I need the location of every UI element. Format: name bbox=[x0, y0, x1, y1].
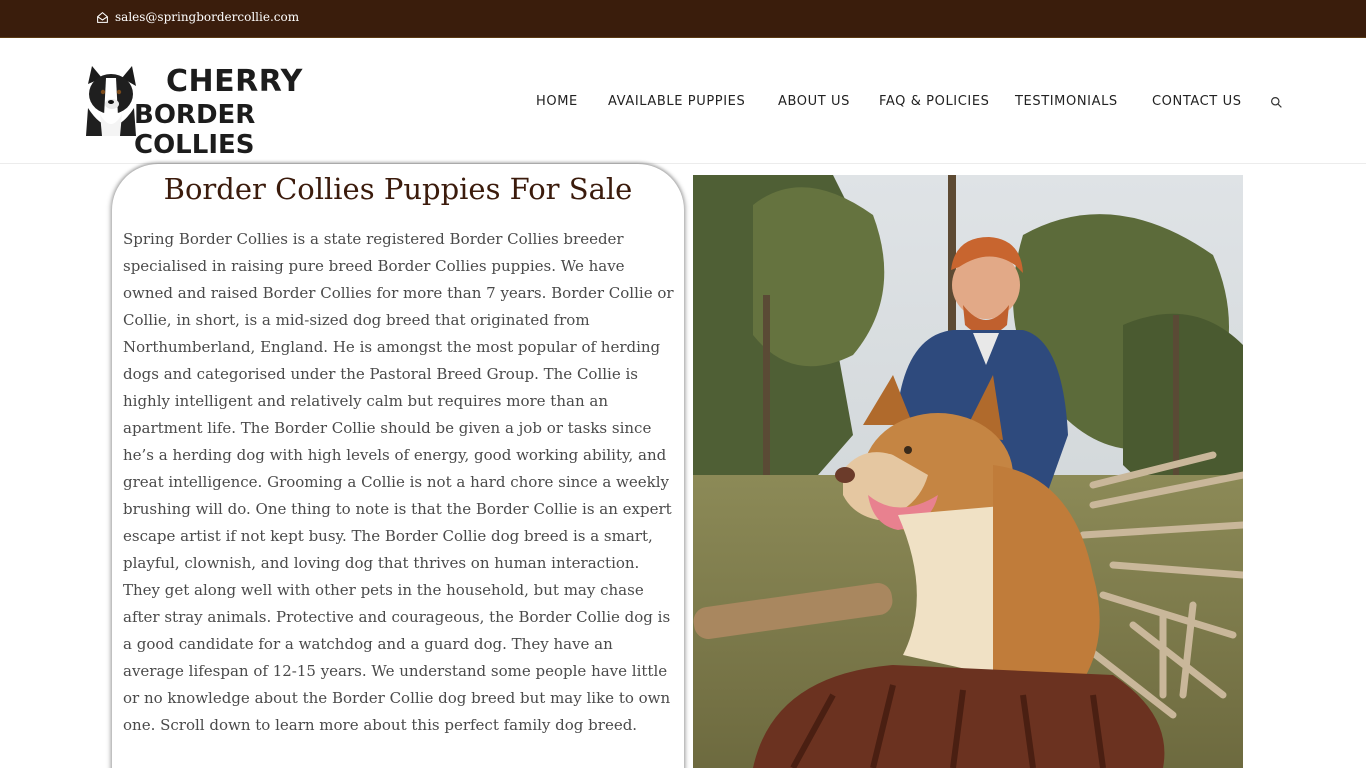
intro-card: Border Collies Puppies For Sale Spring B… bbox=[112, 164, 684, 768]
top-bar: sales@springbordercollie.com bbox=[0, 0, 1366, 38]
nav-item-faq-policies[interactable]: FAQ & POLICIES bbox=[879, 94, 990, 109]
nav-item-contact-us[interactable]: CONTACT US bbox=[1152, 94, 1242, 109]
nav-item-available-puppies[interactable]: AVAILABLE PUPPIES bbox=[608, 94, 745, 109]
nav-item-about-us[interactable]: ABOUT US bbox=[778, 94, 850, 109]
man-with-border-collie-photo bbox=[693, 175, 1243, 768]
contact-email-link[interactable]: sales@springbordercollie.com bbox=[96, 10, 299, 24]
border-collie-logo-dog bbox=[86, 66, 136, 136]
search-icon bbox=[1271, 97, 1282, 108]
page-title: Border Collies Puppies For Sale bbox=[163, 172, 633, 206]
site-logo[interactable]: CHERRY BORDER COLLIES bbox=[82, 64, 338, 160]
search-button[interactable] bbox=[1270, 94, 1283, 113]
nav-item-testimonials[interactable]: TESTIMONIALS bbox=[1015, 94, 1118, 109]
intro-paragraph: Spring Border Collies is a state registe… bbox=[123, 230, 674, 734]
nav-item-home[interactable]: HOME bbox=[536, 94, 578, 109]
envelope-icon bbox=[97, 11, 108, 23]
site-header: CHERRY BORDER COLLIES HOME AVAILABLE PUP… bbox=[0, 38, 1366, 164]
logo-text-border-collies: BORDER COLLIES bbox=[134, 100, 256, 160]
contact-email-text: sales@springbordercollie.com bbox=[115, 10, 300, 24]
logo-text-cherry: CHERRY bbox=[166, 64, 303, 99]
